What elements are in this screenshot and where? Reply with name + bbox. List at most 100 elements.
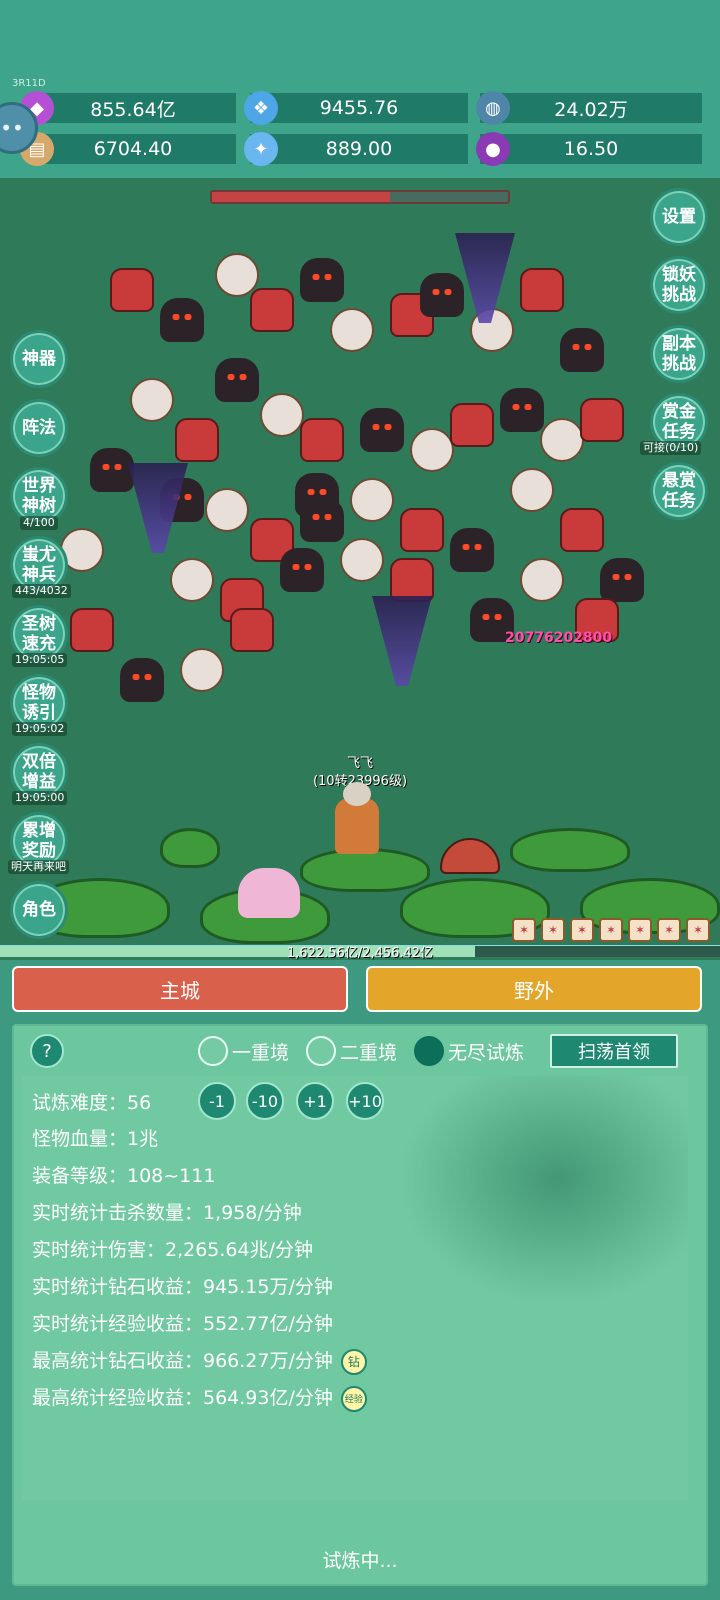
radio-endless-trial[interactable] <box>414 1036 444 1066</box>
monster <box>600 558 644 602</box>
mode-first-realm[interactable]: 一重境 <box>198 1036 289 1066</box>
skill-icon-row: ✶ ✶ ✶ ✶ ✶ ✶ ✶ <box>512 918 710 942</box>
diamond-counter: 855.64亿 <box>30 93 236 123</box>
monster <box>400 508 444 552</box>
monster <box>520 268 564 312</box>
skill-icon[interactable]: ✶ <box>541 918 565 942</box>
monster <box>70 608 114 652</box>
max-diamond-rate-row: 最高统计钻石收益：966.27万/分钟钻 <box>32 1346 367 1375</box>
planet-icon: ◍ <box>476 91 510 125</box>
cumulative-reward-label: 累增奖励 <box>22 821 56 861</box>
crystal-counter: 9455.76 <box>250 93 468 123</box>
help-button[interactable]: ? <box>30 1034 64 1068</box>
hero-character[interactable] <box>335 782 379 854</box>
scroll-value: 6704.40 <box>93 138 173 160</box>
skill-icon[interactable]: ✶ <box>686 918 710 942</box>
boss-hp-fill <box>212 192 390 202</box>
sweep-boss-button[interactable]: 扫荡首领 <box>550 1034 678 1068</box>
monster <box>300 498 344 542</box>
ice-shard-icon: ✦ <box>244 132 278 166</box>
monster <box>300 258 344 302</box>
cumulative-reward-status: 明天再来吧 <box>8 860 69 874</box>
mode-second-realm[interactable]: 二重境 <box>306 1036 397 1066</box>
double-buff-timer: 19:05:00 <box>12 791 68 805</box>
world-tree-progress: 4/100 <box>20 516 58 530</box>
shard-value: 889.00 <box>325 138 393 160</box>
character-label: 角色 <box>22 900 56 920</box>
settings-button[interactable]: 设置 <box>650 188 708 246</box>
difficulty-minus-10-button[interactable]: -10 <box>246 1082 284 1120</box>
main-city-button[interactable]: 主城 <box>12 966 348 1012</box>
bush <box>300 848 430 892</box>
monster <box>350 478 394 522</box>
monster <box>510 468 554 512</box>
difficulty-label: 试炼难度： <box>32 1092 128 1114</box>
character-button[interactable]: 角色 <box>10 881 68 939</box>
demon-lock-challenge-button[interactable]: 锁妖挑战 <box>650 256 708 314</box>
monster <box>120 658 164 702</box>
radio-second-realm[interactable] <box>306 1036 336 1066</box>
tiger-illustration <box>398 1076 688 1306</box>
experience-text: 1,622.56亿/2,456.42亿 <box>286 946 434 961</box>
diamond-value: 855.64亿 <box>90 98 176 121</box>
reward-task-label: 悬赏任务 <box>662 471 696 511</box>
monster <box>205 488 249 532</box>
formation-label: 阵法 <box>22 418 56 438</box>
planet-value: 24.02万 <box>554 98 628 121</box>
monster <box>110 268 154 312</box>
monster <box>540 418 584 462</box>
artifact-button[interactable]: 神器 <box>10 330 68 388</box>
skill-icon[interactable]: ✶ <box>628 918 652 942</box>
difficulty-value: 56 <box>127 1092 152 1114</box>
hero-name: 飞飞 <box>346 756 373 771</box>
monster-lure-label: 怪物诱引 <box>22 683 56 723</box>
tornado-effect <box>372 596 432 686</box>
trial-stats: 试炼难度：56 -1 -10 +1 +10 怪物血量：1兆 装备等级：108~1… <box>22 1076 688 1500</box>
skill-icon[interactable]: ✶ <box>570 918 594 942</box>
difficulty-minus-1-button[interactable]: -1 <box>198 1082 236 1120</box>
monster <box>170 558 214 602</box>
monster <box>450 403 494 447</box>
monster <box>330 308 374 352</box>
skill-icon[interactable]: ✶ <box>512 918 536 942</box>
monster <box>300 418 344 462</box>
mode-endless-trial-label: 无尽试炼 <box>448 1041 525 1064</box>
bush <box>160 828 220 868</box>
tornado-effect <box>455 233 515 323</box>
build-label: 3R11D <box>12 78 46 89</box>
monster <box>180 648 224 692</box>
bounty-task-label: 赏金任务 <box>662 402 696 442</box>
difficulty-plus-1-button[interactable]: +1 <box>296 1082 334 1120</box>
monster <box>560 328 604 372</box>
monster <box>230 608 274 652</box>
monster <box>90 448 134 492</box>
skill-icon[interactable]: ✶ <box>657 918 681 942</box>
skill-icon[interactable]: ✶ <box>599 918 623 942</box>
artifact-label: 神器 <box>22 349 56 369</box>
formation-button[interactable]: 阵法 <box>10 399 68 457</box>
monster <box>215 253 259 297</box>
dungeon-challenge-button[interactable]: 副本挑战 <box>650 325 708 383</box>
battlefield: 20776202800 飞飞 (10转23996级) 神器 阵法 世界神树 4/… <box>0 178 720 960</box>
bush <box>510 828 630 872</box>
monster <box>560 508 604 552</box>
max-exp-rate: 最高统计经验收益：564.93亿/分钟 <box>32 1387 333 1409</box>
diamond-tag-icon: 钻 <box>340 1348 367 1375</box>
damage-rate-row: 实时统计伤害：2,265.64兆/分钟 <box>32 1239 314 1261</box>
radio-first-realm[interactable] <box>198 1036 228 1066</box>
mushroom-enemy <box>440 838 500 874</box>
tree-charge-timer: 19:05:05 <box>12 653 68 667</box>
difficulty-plus-10-button[interactable]: +10 <box>346 1082 384 1120</box>
monster <box>130 378 174 422</box>
mode-endless-trial[interactable]: 无尽试炼 <box>414 1036 524 1066</box>
damage-popup: 20776202800 <box>505 630 613 646</box>
wilderness-button[interactable]: 野外 <box>366 966 702 1012</box>
monster <box>160 298 204 342</box>
monster <box>410 428 454 472</box>
monster <box>215 358 259 402</box>
demon-lock-challenge-label: 锁妖挑战 <box>662 265 696 305</box>
chiyou-weapon-progress: 443/4032 <box>12 584 71 598</box>
difficulty-row: 试炼难度：56 <box>32 1088 151 1115</box>
reward-task-button[interactable]: 悬赏任务 <box>650 462 708 520</box>
monster <box>580 398 624 442</box>
